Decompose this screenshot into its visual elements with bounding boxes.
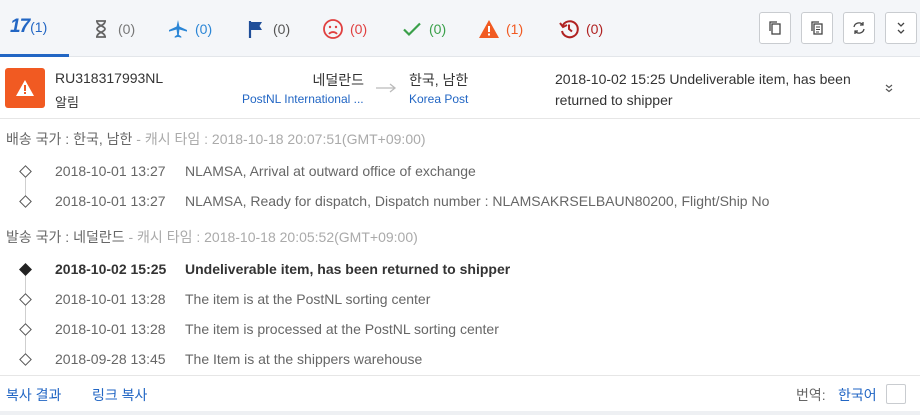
- tab-count: (0): [118, 20, 136, 37]
- destination-carrier-link[interactable]: Korea Post: [409, 92, 468, 106]
- collapse-all-icon: [897, 22, 905, 34]
- latest-event: 2018-10-02 15:25 Undeliverable item, has…: [555, 71, 851, 108]
- alert-status-badge: [5, 68, 45, 108]
- refresh-button[interactable]: [843, 12, 875, 44]
- origin-section-title: 발송 국가 : 네덜란드 - 캐시 타임 : 2018-10-18 20:05:…: [6, 227, 418, 247]
- timeline-node: [19, 323, 32, 336]
- seventeen-logo-icon: 17: [10, 16, 30, 37]
- origin-carrier-link[interactable]: PostNL International ...: [242, 92, 365, 106]
- tab-delivered[interactable]: (0): [401, 0, 446, 57]
- copy-link-link[interactable]: 링크 복사: [92, 385, 147, 405]
- refresh-icon: [853, 22, 865, 34]
- translate-checkbox[interactable]: [886, 384, 906, 404]
- event-description: The item is processed at the PostNL sort…: [185, 321, 499, 337]
- event-datetime: 2018-09-28 13:45: [55, 351, 166, 367]
- timeline-node: [19, 293, 32, 306]
- event-datetime: 2018-10-02 15:25: [55, 261, 167, 277]
- event-datetime: 2018-10-01 13:27: [55, 163, 166, 179]
- timeline-node: [19, 353, 32, 366]
- tab-count: (0): [195, 20, 213, 37]
- event-datetime: 2018-10-01 13:28: [55, 291, 166, 307]
- event-description: The item is at the PostNL sorting center: [185, 291, 431, 307]
- event-description: Undeliverable item, has been returned to…: [185, 261, 511, 277]
- translate-language-select[interactable]: 한국어: [838, 385, 877, 405]
- tab-in-transit[interactable]: (0): [167, 0, 212, 57]
- copy-result-link[interactable]: 복사 결과: [6, 385, 61, 405]
- copy-icon: [769, 21, 781, 35]
- timeline-event: 2018-10-01 13:27 NLAMSA, Ready for dispa…: [0, 187, 920, 217]
- destination-country: 한국, 남한: [409, 72, 469, 88]
- tab-alert[interactable]: (1): [478, 0, 523, 57]
- tab-not-found[interactable]: (0): [90, 0, 135, 57]
- shipment-summary[interactable]: RU318317993NL 알림 네덜란드 PostNL Internation…: [0, 57, 920, 119]
- timeline-event: 2018-09-28 13:45 The Item is at the ship…: [0, 345, 920, 375]
- timeline-event: 2018-10-01 13:27 NLAMSA, Arrival at outw…: [0, 157, 920, 187]
- warning-icon: [479, 19, 499, 38]
- timeline-node: [19, 195, 32, 208]
- tab-pick-up[interactable]: (0): [245, 0, 290, 57]
- history-icon: [559, 19, 579, 38]
- sad-face-icon: [323, 18, 343, 39]
- event-description: NLAMSA, Arrival at outward office of exc…: [185, 163, 476, 179]
- bottom-divider: [0, 411, 920, 415]
- timeline-event-current: 2018-10-02 15:25 Undeliverable item, has…: [0, 255, 920, 285]
- cache-time: - 캐시 타임 : 2018-10-18 20:05:52(GMT+09:00): [124, 229, 418, 245]
- timeline-event: 2018-10-01 13:28 The item is processed a…: [0, 315, 920, 345]
- status-tab-bar: 17 (1) (0) (0) (0) (0) (0) (1) (0): [0, 0, 920, 57]
- warning-icon: [16, 80, 34, 96]
- collapse-all-button[interactable]: [885, 12, 917, 44]
- origin-country: 네덜란드: [312, 72, 364, 88]
- arrow-right-icon: [376, 83, 397, 93]
- result-footer: 복사 결과 링크 복사 번역: 한국어: [0, 375, 920, 411]
- timeline-event: 2018-10-01 13:28 The item is at the Post…: [0, 285, 920, 315]
- timeline-node: [19, 165, 32, 178]
- checkmark-icon: [403, 22, 421, 36]
- status-label: 알림: [55, 95, 79, 110]
- tab-undelivered[interactable]: (0): [322, 0, 367, 57]
- section-country: 발송 국가 : 네덜란드: [6, 229, 125, 245]
- section-country: 배송 국가 : 한국, 남한: [6, 131, 133, 147]
- event-datetime: 2018-10-01 13:28: [55, 321, 166, 337]
- tab-count: (1): [30, 19, 48, 35]
- destination-section-title: 배송 국가 : 한국, 남한 - 캐시 타임 : 2018-10-18 20:0…: [6, 129, 426, 149]
- event-description: The Item is at the shippers warehouse: [185, 351, 423, 367]
- copy-button[interactable]: [759, 12, 791, 44]
- copy-all-button[interactable]: [801, 12, 833, 44]
- flag-icon: [248, 20, 262, 38]
- event-description: NLAMSA, Ready for dispatch, Dispatch num…: [185, 193, 770, 209]
- tab-expired[interactable]: (0): [558, 0, 603, 57]
- cache-time: - 캐시 타임 : 2018-10-18 20:07:51(GMT+09:00): [132, 131, 426, 147]
- airplane-icon: [169, 19, 187, 38]
- tracking-number[interactable]: RU318317993NL: [55, 70, 163, 86]
- timeline-node: [19, 263, 32, 276]
- tab-all[interactable]: 17 (1): [0, 0, 69, 57]
- copy-all-icon: [811, 21, 823, 35]
- tab-count: (1): [506, 20, 524, 37]
- hourglass-icon: [96, 19, 106, 38]
- tab-count: (0): [586, 20, 604, 37]
- tab-count: (0): [429, 20, 447, 37]
- tab-count: (0): [273, 20, 291, 37]
- translate-label: 번역:: [796, 387, 826, 403]
- collapse-icon[interactable]: [880, 79, 898, 97]
- event-datetime: 2018-10-01 13:27: [55, 193, 166, 209]
- tab-count: (0): [350, 20, 368, 37]
